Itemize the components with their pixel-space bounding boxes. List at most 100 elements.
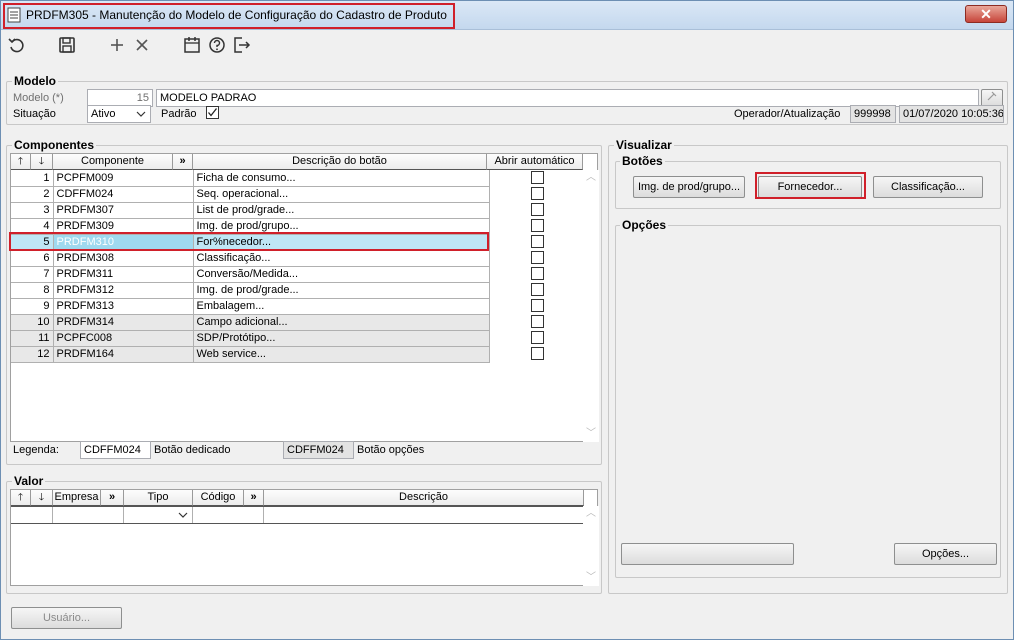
sort-up-header[interactable]: 🡑: [11, 154, 31, 170]
table-row[interactable]: 2 CDFFM024 Seq. operacional...: [11, 186, 583, 203]
componente-cell[interactable]: PRDFM314: [53, 314, 194, 331]
componente-cell[interactable]: PRDFM312: [53, 282, 194, 299]
valor-scroll-up-icon[interactable]: ︿: [585, 509, 597, 519]
valor-scrollbar[interactable]: ︿ ﹀: [583, 506, 599, 586]
valor-scroll-down-icon[interactable]: ﹀: [585, 573, 597, 583]
codigo-header[interactable]: Código: [193, 490, 244, 506]
help-icon[interactable]: [206, 34, 228, 56]
abrir-automatico-checkbox[interactable]: [530, 235, 544, 248]
abrir-automatico-checkbox[interactable]: [530, 315, 544, 328]
abrir-cell: [489, 298, 583, 314]
empresa-expand-header[interactable]: »: [101, 490, 124, 506]
componente-cell[interactable]: PRDFM311: [53, 266, 194, 283]
componentes-rows: 1 PCPFM009 Ficha de consumo... 2 CDFFM024 Seq…: [11, 170, 583, 363]
componentes-scrollbar[interactable]: ︿ ﹀: [583, 170, 599, 442]
table-row[interactable]: 12 PRDFM164 Web service...: [11, 346, 583, 363]
abrir-automatico-checkbox[interactable]: [530, 203, 544, 216]
abrir-cell: [489, 282, 583, 298]
componente-cell[interactable]: CDFFM024: [53, 186, 194, 203]
table-row[interactable]: 9 PRDFM313 Embalagem...: [11, 298, 583, 315]
classificacao-button[interactable]: Classificação...: [873, 176, 983, 198]
abrir-automatico-checkbox[interactable]: [530, 187, 544, 200]
table-row[interactable]: 7 PRDFM311 Conversão/Medida...: [11, 266, 583, 283]
table-row[interactable]: 10 PRDFM314 Campo adicional...: [11, 314, 583, 331]
row-number: 10: [11, 314, 54, 331]
row-number: 2: [11, 186, 54, 203]
abrir-header[interactable]: Abrir automático: [487, 154, 583, 170]
valor-sort-down-header[interactable]: 🡓: [31, 490, 53, 506]
row-number: 12: [11, 346, 54, 363]
usuario-button: Usuário...: [11, 607, 122, 629]
table-row[interactable]: 1 PCPFM009 Ficha de consumo...: [11, 170, 583, 187]
descricao-cell[interactable]: Conversão/Medida...: [193, 266, 490, 283]
componente-header[interactable]: Componente: [53, 154, 173, 170]
opcoes-group: [615, 225, 1001, 578]
situacao-select[interactable]: Ativo: [87, 105, 151, 123]
padrao-checkbox[interactable]: [206, 106, 219, 119]
componente-cell[interactable]: PRDFM307: [53, 202, 194, 219]
abrir-automatico-checkbox[interactable]: [530, 219, 544, 232]
scroll-up-icon[interactable]: ︿: [585, 173, 597, 183]
abrir-automatico-checkbox[interactable]: [530, 347, 544, 360]
delete-icon[interactable]: [131, 34, 153, 56]
modelo-label: Modelo (*): [13, 92, 64, 104]
descricao-cell[interactable]: SDP/Protótipo...: [193, 330, 490, 347]
abrir-automatico-checkbox[interactable]: [530, 331, 544, 344]
lookup-icon: [987, 91, 997, 101]
scroll-down-icon[interactable]: ﹀: [585, 429, 597, 439]
row-number: 11: [11, 330, 54, 347]
componente-cell[interactable]: PRDFM164: [53, 346, 194, 363]
descricao-cell[interactable]: Campo adicional...: [193, 314, 490, 331]
table-row[interactable]: 3 PRDFM307 List de prod/grade...: [11, 202, 583, 219]
row-number: 6: [11, 250, 54, 267]
componente-cell[interactable]: PRDFM308: [53, 250, 194, 267]
tipo-select[interactable]: [123, 507, 193, 523]
botoes-section-label: Botões: [620, 154, 665, 168]
descricao-cell[interactable]: Embalagem...: [193, 298, 490, 315]
add-icon[interactable]: [106, 34, 128, 56]
descricao-header[interactable]: Descrição do botão: [193, 154, 487, 170]
descricao-cell[interactable]: Seq. operacional...: [193, 186, 490, 203]
valor-edit-row[interactable]: [11, 506, 585, 524]
save-icon[interactable]: [56, 34, 78, 56]
table-row[interactable]: 11 PCPFC008 SDP/Protótipo...: [11, 330, 583, 347]
abrir-automatico-checkbox[interactable]: [530, 171, 544, 184]
refresh-icon[interactable]: [6, 34, 28, 56]
valor-sort-up-header[interactable]: 🡑: [11, 490, 31, 506]
descricao-cell[interactable]: Classificação...: [193, 250, 490, 267]
checkmark-icon: [208, 108, 218, 117]
row-number: 9: [11, 298, 54, 315]
componente-cell[interactable]: PRDFM313: [53, 298, 194, 315]
abrir-cell: [489, 250, 583, 266]
img-prod-grupo-button[interactable]: Img. de prod/grupo...: [633, 176, 745, 198]
main-window: PRDFM305 - Manutenção do Modelo de Confi…: [0, 0, 1014, 640]
tipo-header[interactable]: Tipo: [124, 490, 193, 506]
componente-expand-header[interactable]: »: [173, 154, 193, 170]
empresa-header[interactable]: Empresa: [53, 490, 101, 506]
title-bar[interactable]: PRDFM305 - Manutenção do Modelo de Confi…: [1, 1, 1013, 30]
table-row[interactable]: 6 PRDFM308 Classificação...: [11, 250, 583, 267]
abrir-automatico-checkbox[interactable]: [530, 283, 544, 296]
fornecedor-highlight-box: [755, 172, 866, 199]
situacao-value: Ativo: [91, 108, 116, 120]
valor-descricao-header[interactable]: Descrição: [264, 490, 584, 506]
componente-cell[interactable]: PCPFC008: [53, 330, 194, 347]
abrir-cell: [489, 202, 583, 218]
close-button[interactable]: ✕: [965, 5, 1007, 23]
descricao-cell[interactable]: Img. de prod/grade...: [193, 282, 490, 299]
abrir-automatico-checkbox[interactable]: [530, 251, 544, 264]
componente-cell[interactable]: PCPFM009: [53, 170, 194, 187]
opcoes-button[interactable]: Opções...: [894, 543, 997, 565]
descricao-cell[interactable]: Web service...: [193, 346, 490, 363]
sort-down-header[interactable]: 🡓: [31, 154, 53, 170]
abrir-cell: [489, 234, 583, 250]
calendar-icon[interactable]: [181, 34, 203, 56]
exit-icon[interactable]: [231, 34, 253, 56]
abrir-automatico-checkbox[interactable]: [530, 267, 544, 280]
abrir-automatico-checkbox[interactable]: [530, 299, 544, 312]
descricao-cell[interactable]: Ficha de consumo...: [193, 170, 490, 187]
descricao-cell[interactable]: List de prod/grade...: [193, 202, 490, 219]
codigo-expand-header[interactable]: »: [244, 490, 264, 506]
abrir-cell: [489, 330, 583, 346]
table-row[interactable]: 8 PRDFM312 Img. de prod/grade...: [11, 282, 583, 299]
